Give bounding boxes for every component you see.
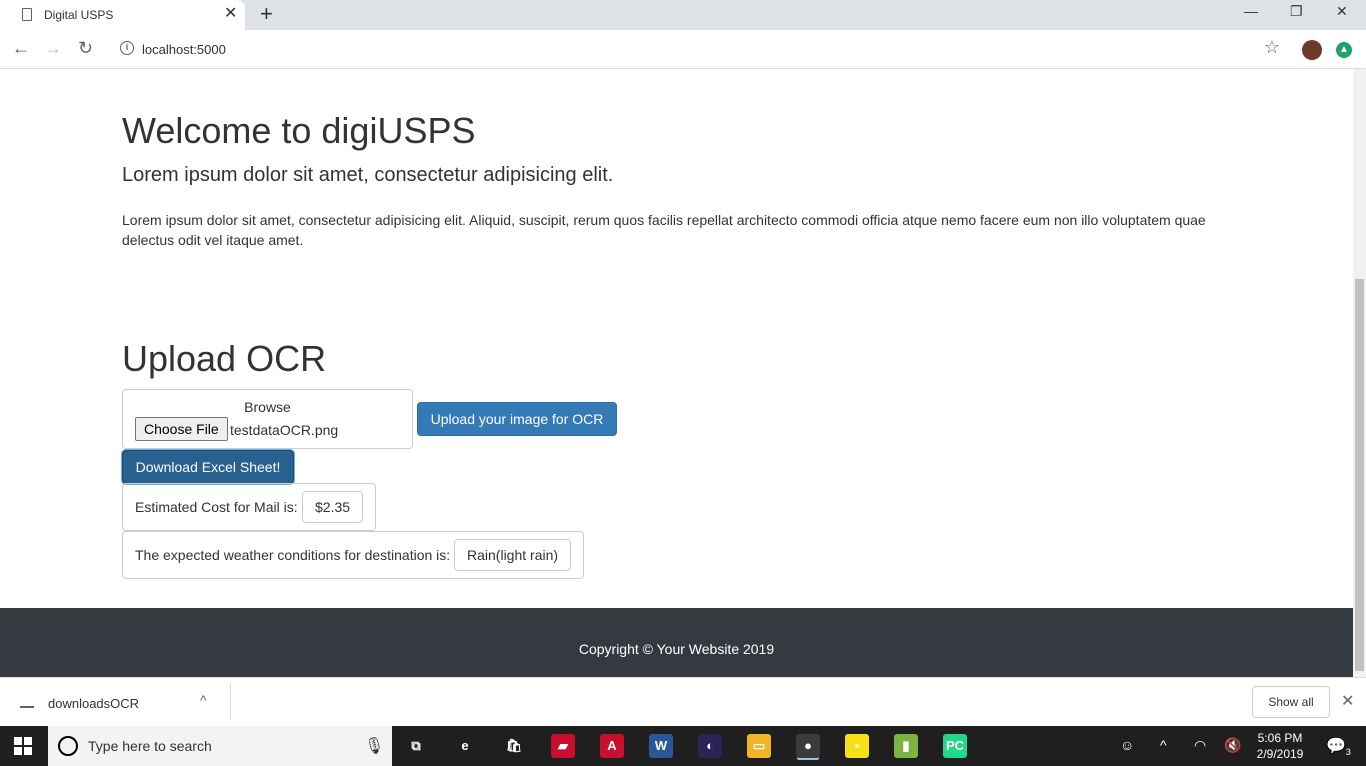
cost-value: $2.35 <box>302 491 364 523</box>
chevron-up-icon[interactable]: ^ <box>200 692 207 708</box>
file-upload-panel: Browse Choose File testdataOCR.png <box>122 389 413 449</box>
download-bar-close-icon[interactable]: ✕ <box>1341 691 1354 711</box>
word-icon[interactable]: W <box>649 734 673 758</box>
bookmark-star-icon[interactable]: ☆ <box>1264 37 1280 58</box>
browser-toolbar: ← → ↻ i localhost:5000 ☆ <box>0 30 1366 69</box>
windows-start-icon[interactable] <box>14 737 32 755</box>
network-icon[interactable]: ◠ <box>1194 737 1206 754</box>
restore-button[interactable]: ❐ <box>1290 3 1303 20</box>
cost-panel: Estimated Cost for Mail is: $2.35 <box>122 483 376 531</box>
clock-time: 5:06 PM <box>1257 731 1303 745</box>
reader-icon[interactable]: ▰ <box>551 734 575 758</box>
taskbar-search-box[interactable]: Type here to search 🎙 <box>48 726 392 766</box>
weather-label: The expected weather conditions for dest… <box>135 547 451 563</box>
cortana-icon[interactable] <box>58 736 78 756</box>
download-excel-button[interactable]: Download Excel Sheet! <box>122 450 294 484</box>
forward-button[interactable]: → <box>44 37 62 59</box>
profile-avatar[interactable] <box>1302 40 1322 60</box>
people-icon[interactable]: ☺ <box>1120 737 1134 753</box>
acrobat-icon[interactable]: A <box>600 734 624 758</box>
notification-center-icon[interactable]: 💬3 <box>1326 736 1351 757</box>
divider <box>230 684 231 720</box>
extension-icon[interactable]: ▲ <box>1336 42 1352 58</box>
show-all-button[interactable]: Show all <box>1252 686 1330 718</box>
file-explorer-icon[interactable]: ▭ <box>747 734 771 758</box>
microphone-icon[interactable]: 🎙 <box>364 736 384 756</box>
choose-file-button[interactable]: Choose File <box>135 417 228 441</box>
welcome-heading: Welcome to digiUSPS <box>122 110 476 151</box>
new-tab-button[interactable]: + <box>260 3 273 25</box>
page-icon <box>22 8 32 21</box>
edge-icon[interactable]: e <box>453 734 477 758</box>
system-clock[interactable]: 5:06 PM 2/9/2019 <box>1250 730 1310 762</box>
copyright-text: Copyright © Your Website 2019 <box>578 641 775 657</box>
search-placeholder[interactable]: Type here to search <box>88 738 212 754</box>
intro-paragraph: Lorem ipsum dolor sit amet, consectetur … <box>122 212 1206 248</box>
download-file-icon <box>20 696 34 708</box>
lead-text: Lorem ipsum dolor sit amet, consectetur … <box>122 164 614 186</box>
page-viewport: Welcome to digiUSPS Lorem ipsum dolor si… <box>0 69 1353 677</box>
volume-muted-icon[interactable]: 🔇 <box>1224 737 1241 754</box>
reload-button[interactable]: ↻ <box>78 37 93 59</box>
eclipse-icon[interactable]: ◐ <box>698 734 722 758</box>
cost-label: Estimated Cost for Mail is: <box>135 499 298 515</box>
pycharm-icon[interactable]: PC <box>943 734 967 758</box>
browser-tab[interactable]: Digital USPS ✕ <box>0 0 245 30</box>
upload-heading: Upload OCR <box>122 338 327 379</box>
browser-tab-strip: Digital USPS ✕ + — ❐ ✕ <box>0 0 1366 30</box>
address-bar[interactable]: i localhost:5000 ☆ <box>108 34 1294 64</box>
windows-taskbar: Type here to search 🎙 ⧉ e 🛍 ▰ A W ◐ ▭ ● ▪ ▮ PC ☺ ^ … <box>0 726 1366 766</box>
browse-label: Browse <box>244 399 291 415</box>
scrollbar-thumb[interactable] <box>1355 279 1364 671</box>
sticky-notes-icon[interactable]: ▪ <box>845 734 869 758</box>
window-close-button[interactable]: ✕ <box>1336 3 1348 20</box>
weather-value: Rain(light rain) <box>454 539 572 571</box>
selected-file-name: testdataOCR.png <box>230 422 339 438</box>
page-scrollbar[interactable] <box>1353 69 1366 677</box>
chevron-up-icon[interactable]: ^ <box>1160 737 1167 753</box>
back-button[interactable]: ← <box>12 37 30 59</box>
info-icon[interactable]: i <box>120 41 134 55</box>
upload-ocr-button[interactable]: Upload your image for OCR <box>417 402 617 436</box>
weather-panel: The expected weather conditions for dest… <box>122 531 584 579</box>
minimize-button[interactable]: — <box>1244 3 1258 19</box>
notification-count: 3 <box>1345 747 1351 758</box>
download-bar: downloadsOCR ^ Show all ✕ <box>0 677 1366 727</box>
clock-date: 2/9/2019 <box>1256 747 1304 761</box>
store-icon[interactable]: 🛍 <box>502 734 526 758</box>
tab-close-icon[interactable]: ✕ <box>224 5 237 23</box>
chrome-icon[interactable]: ● <box>796 734 820 758</box>
task-view-icon[interactable]: ⧉ <box>404 734 428 758</box>
tab-title: Digital USPS <box>44 8 114 22</box>
download-item-name[interactable]: downloadsOCR <box>48 696 139 711</box>
url-text[interactable]: localhost:5000 <box>142 42 226 57</box>
page-footer: Copyright © Your Website 2019 <box>0 608 1353 677</box>
chart-app-icon[interactable]: ▮ <box>894 734 918 758</box>
